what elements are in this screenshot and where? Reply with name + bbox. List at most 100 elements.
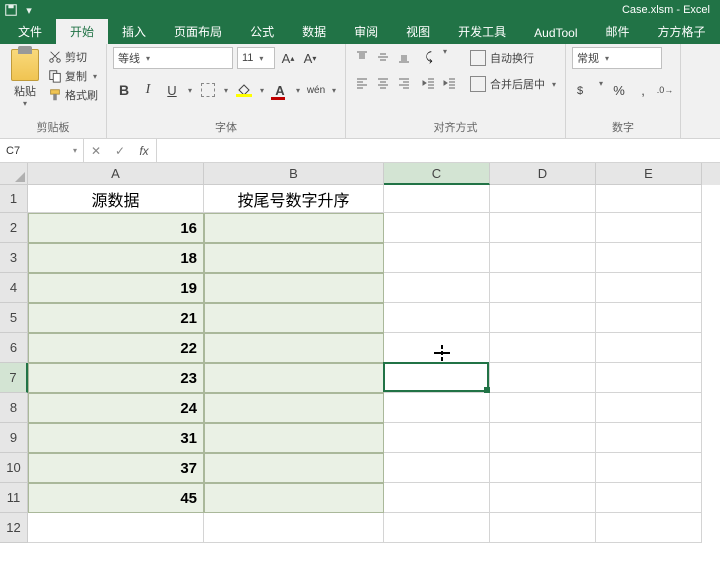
cell[interactable] <box>490 213 596 243</box>
cell[interactable] <box>384 213 490 243</box>
cell[interactable]: 19 <box>28 273 204 303</box>
column-header[interactable]: C <box>384 163 490 185</box>
cell[interactable] <box>596 333 702 363</box>
cell[interactable] <box>384 393 490 423</box>
row-header[interactable]: 6 <box>0 333 28 363</box>
cell[interactable] <box>384 513 490 543</box>
cell[interactable]: 16 <box>28 213 204 243</box>
italic-button[interactable]: I <box>137 79 159 101</box>
cell[interactable] <box>490 363 596 393</box>
border-button[interactable] <box>197 79 219 101</box>
cell[interactable]: 按尾号数字升序 <box>204 185 384 213</box>
column-header[interactable]: D <box>490 163 596 185</box>
row-header[interactable]: 4 <box>0 273 28 303</box>
cell[interactable] <box>204 243 384 273</box>
chevron-down-icon[interactable]: ▾ <box>185 86 195 95</box>
cell[interactable]: 45 <box>28 483 204 513</box>
cell[interactable] <box>596 185 702 213</box>
decrease-indent-button[interactable] <box>419 73 439 93</box>
tab-review[interactable]: 审阅 <box>340 19 392 44</box>
cell[interactable] <box>490 483 596 513</box>
cell[interactable] <box>204 513 384 543</box>
align-left-button[interactable] <box>352 73 372 93</box>
wrap-text-button[interactable]: 自动换行 <box>470 47 559 69</box>
cell[interactable] <box>384 273 490 303</box>
cell[interactable] <box>204 393 384 423</box>
chevron-down-icon[interactable]: ▾ <box>440 47 450 67</box>
cell[interactable] <box>490 453 596 483</box>
increase-indent-button[interactable] <box>440 73 460 93</box>
cell[interactable] <box>204 483 384 513</box>
number-format-dropdown[interactable]: 常规▾ <box>572 47 662 69</box>
cell[interactable] <box>596 303 702 333</box>
cell[interactable]: 18 <box>28 243 204 273</box>
chevron-down-icon[interactable]: ▾ <box>23 99 27 108</box>
column-header[interactable]: E <box>596 163 702 185</box>
cell[interactable]: 23 <box>28 363 204 393</box>
cell[interactable]: 源数据 <box>28 185 204 213</box>
cell[interactable] <box>596 243 702 273</box>
confirm-button[interactable]: ✓ <box>108 144 132 158</box>
row-header[interactable]: 2 <box>0 213 28 243</box>
row-header[interactable]: 3 <box>0 243 28 273</box>
tab-square[interactable]: 方方格子 <box>644 19 720 44</box>
cell[interactable] <box>596 483 702 513</box>
format-painter-button[interactable]: 格式刷 <box>48 87 100 103</box>
tab-mail[interactable]: 邮件 <box>592 19 644 44</box>
tab-aud[interactable]: AudTool <box>520 22 591 44</box>
tab-layout[interactable]: 页面布局 <box>160 19 236 44</box>
row-header[interactable]: 8 <box>0 393 28 423</box>
cell[interactable] <box>490 393 596 423</box>
underline-button[interactable]: U <box>161 79 183 101</box>
copy-button[interactable]: 复制▾ <box>48 68 100 84</box>
fx-button[interactable]: fx <box>132 144 156 158</box>
cell[interactable] <box>596 363 702 393</box>
tab-formula[interactable]: 公式 <box>236 19 288 44</box>
cell[interactable]: 22 <box>28 333 204 363</box>
cell[interactable] <box>204 213 384 243</box>
cell[interactable] <box>490 333 596 363</box>
cell[interactable] <box>384 333 490 363</box>
column-header[interactable]: A <box>28 163 204 185</box>
cell[interactable] <box>596 423 702 453</box>
cell[interactable] <box>384 243 490 273</box>
formula-input[interactable] <box>157 139 720 162</box>
phonetic-button[interactable]: wén <box>305 79 327 101</box>
cell[interactable] <box>596 453 702 483</box>
cell[interactable] <box>490 273 596 303</box>
increase-decimal-button[interactable]: .0→ <box>656 79 674 101</box>
row-header[interactable]: 7 <box>0 363 28 393</box>
increase-font-button[interactable]: A▴ <box>279 47 297 69</box>
chevron-down-icon[interactable]: ▾ <box>293 86 303 95</box>
row-header[interactable]: 5 <box>0 303 28 333</box>
cell[interactable] <box>596 393 702 423</box>
cell[interactable] <box>490 303 596 333</box>
select-all-corner[interactable] <box>0 163 28 185</box>
comma-button[interactable]: , <box>632 79 654 101</box>
chevron-down-icon[interactable]: ▾ <box>90 72 100 81</box>
bold-button[interactable]: B <box>113 79 135 101</box>
cell[interactable] <box>384 483 490 513</box>
cell[interactable]: 37 <box>28 453 204 483</box>
cell[interactable] <box>384 303 490 333</box>
cell[interactable] <box>384 453 490 483</box>
accounting-format-button[interactable]: $ <box>572 79 594 101</box>
cancel-button[interactable]: ✕ <box>84 144 108 158</box>
cell[interactable] <box>490 513 596 543</box>
chevron-down-icon[interactable]: ▾ <box>22 3 36 17</box>
row-header[interactable]: 10 <box>0 453 28 483</box>
cell[interactable] <box>384 185 490 213</box>
cell[interactable] <box>490 185 596 213</box>
tab-insert[interactable]: 插入 <box>108 19 160 44</box>
cell[interactable] <box>204 363 384 393</box>
chevron-down-icon[interactable]: ▾ <box>221 86 231 95</box>
font-name-dropdown[interactable]: 等线▾ <box>113 47 233 69</box>
font-color-button[interactable]: A <box>269 79 291 101</box>
row-header[interactable]: 9 <box>0 423 28 453</box>
cell[interactable]: 31 <box>28 423 204 453</box>
column-header[interactable]: B <box>204 163 384 185</box>
cell[interactable] <box>490 243 596 273</box>
tab-view[interactable]: 视图 <box>392 19 444 44</box>
name-box[interactable]: C7▾ <box>0 139 84 162</box>
cell[interactable] <box>204 453 384 483</box>
